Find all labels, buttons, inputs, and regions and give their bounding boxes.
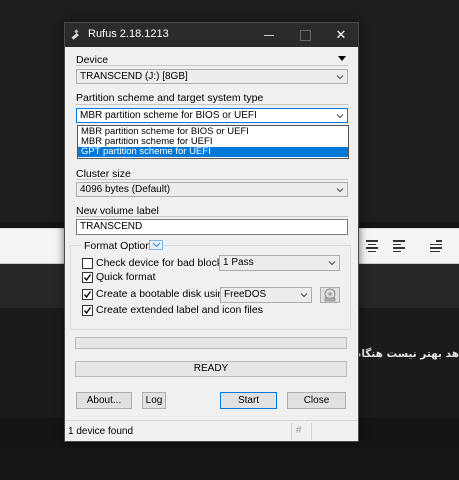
rufus-window: Rufus 2.18.1213 ✕ Device TRANSCEND (J:) … [64, 22, 359, 442]
bootable-disk-checkbox[interactable] [82, 289, 93, 300]
volume-label-input[interactable]: TRANSCEND [76, 219, 348, 235]
close-window-button[interactable]: ✕ [323, 23, 359, 47]
bad-blocks-checkbox[interactable] [82, 258, 93, 269]
chevron-down-icon [300, 293, 308, 298]
boot-source-value: FreeDOS [224, 289, 267, 300]
quick-format-label: Quick format [96, 271, 156, 283]
about-button[interactable]: About... [76, 392, 132, 409]
minimize-button[interactable] [251, 23, 287, 47]
maximize-button [287, 23, 323, 47]
checkmark-icon [83, 291, 92, 299]
format-options-title: Format Options [82, 240, 159, 252]
title-bar[interactable]: Rufus 2.18.1213 ✕ [65, 23, 358, 47]
partition-select-value: MBR partition scheme for BIOS or UEFI [80, 110, 257, 121]
format-options-toggle-button[interactable] [149, 240, 163, 250]
status-separator [311, 423, 312, 440]
extended-label-label: Create extended label and icon files [96, 304, 263, 316]
partition-label: Partition scheme and target system type [76, 92, 264, 104]
device-select-value: TRANSCEND (J:) [8GB] [80, 71, 188, 82]
start-button[interactable]: Start [220, 392, 277, 409]
chevron-down-icon [336, 114, 344, 119]
partition-option-gpt-uefi[interactable]: GPT partition scheme for UEFI [78, 147, 348, 157]
bootable-disk-label: Create a bootable disk using [96, 288, 230, 300]
progress-bar [75, 337, 347, 349]
device-menu-arrow-icon[interactable] [338, 56, 346, 62]
chevron-down-icon [328, 261, 336, 266]
passes-value: 1 Pass [223, 257, 254, 268]
chevron-down-icon [336, 75, 344, 80]
background-text: هد بهتر نیست هنگام [353, 348, 459, 360]
text-direction-icon[interactable] [430, 240, 442, 252]
chevron-down-icon [336, 188, 344, 193]
chevron-down-icon [152, 242, 161, 248]
device-divider [76, 65, 348, 66]
usb-icon [71, 29, 79, 40]
close-button[interactable]: Close [287, 392, 346, 409]
cluster-size-select[interactable]: 4096 bytes (Default) [76, 182, 348, 197]
partition-divider [76, 104, 348, 105]
checkmark-icon [83, 274, 92, 282]
status-separator [291, 423, 292, 440]
hash-button[interactable]: # [296, 425, 302, 436]
device-select[interactable]: TRANSCEND (J:) [8GB] [76, 69, 348, 84]
device-count-text: 1 device found [68, 426, 134, 437]
cluster-size-value: 4096 bytes (Default) [80, 184, 171, 195]
extended-label-checkbox[interactable] [82, 305, 93, 316]
partition-dropdown-list: MBR partition scheme for BIOS or UEFI MB… [77, 125, 349, 159]
align-left-icon[interactable] [393, 240, 405, 252]
select-image-button[interactable] [320, 287, 340, 303]
background-footer [0, 448, 459, 480]
boot-source-select[interactable]: FreeDOS [220, 287, 312, 303]
disk-drive-icon [324, 288, 336, 302]
status-bar: 1 device found # [65, 420, 358, 441]
checkmark-icon [83, 307, 92, 315]
partition-select[interactable]: MBR partition scheme for BIOS or UEFI [76, 108, 348, 123]
align-center-icon[interactable] [366, 240, 378, 252]
log-button[interactable]: Log [142, 392, 166, 409]
bad-blocks-passes-select[interactable]: 1 Pass [219, 255, 340, 271]
quick-format-checkbox[interactable] [82, 272, 93, 283]
volume-divider [76, 216, 348, 217]
status-display: READY [75, 361, 347, 377]
cluster-divider [76, 179, 348, 180]
bad-blocks-label: Check device for bad blocks [96, 257, 228, 269]
window-title: Rufus 2.18.1213 [88, 28, 169, 40]
